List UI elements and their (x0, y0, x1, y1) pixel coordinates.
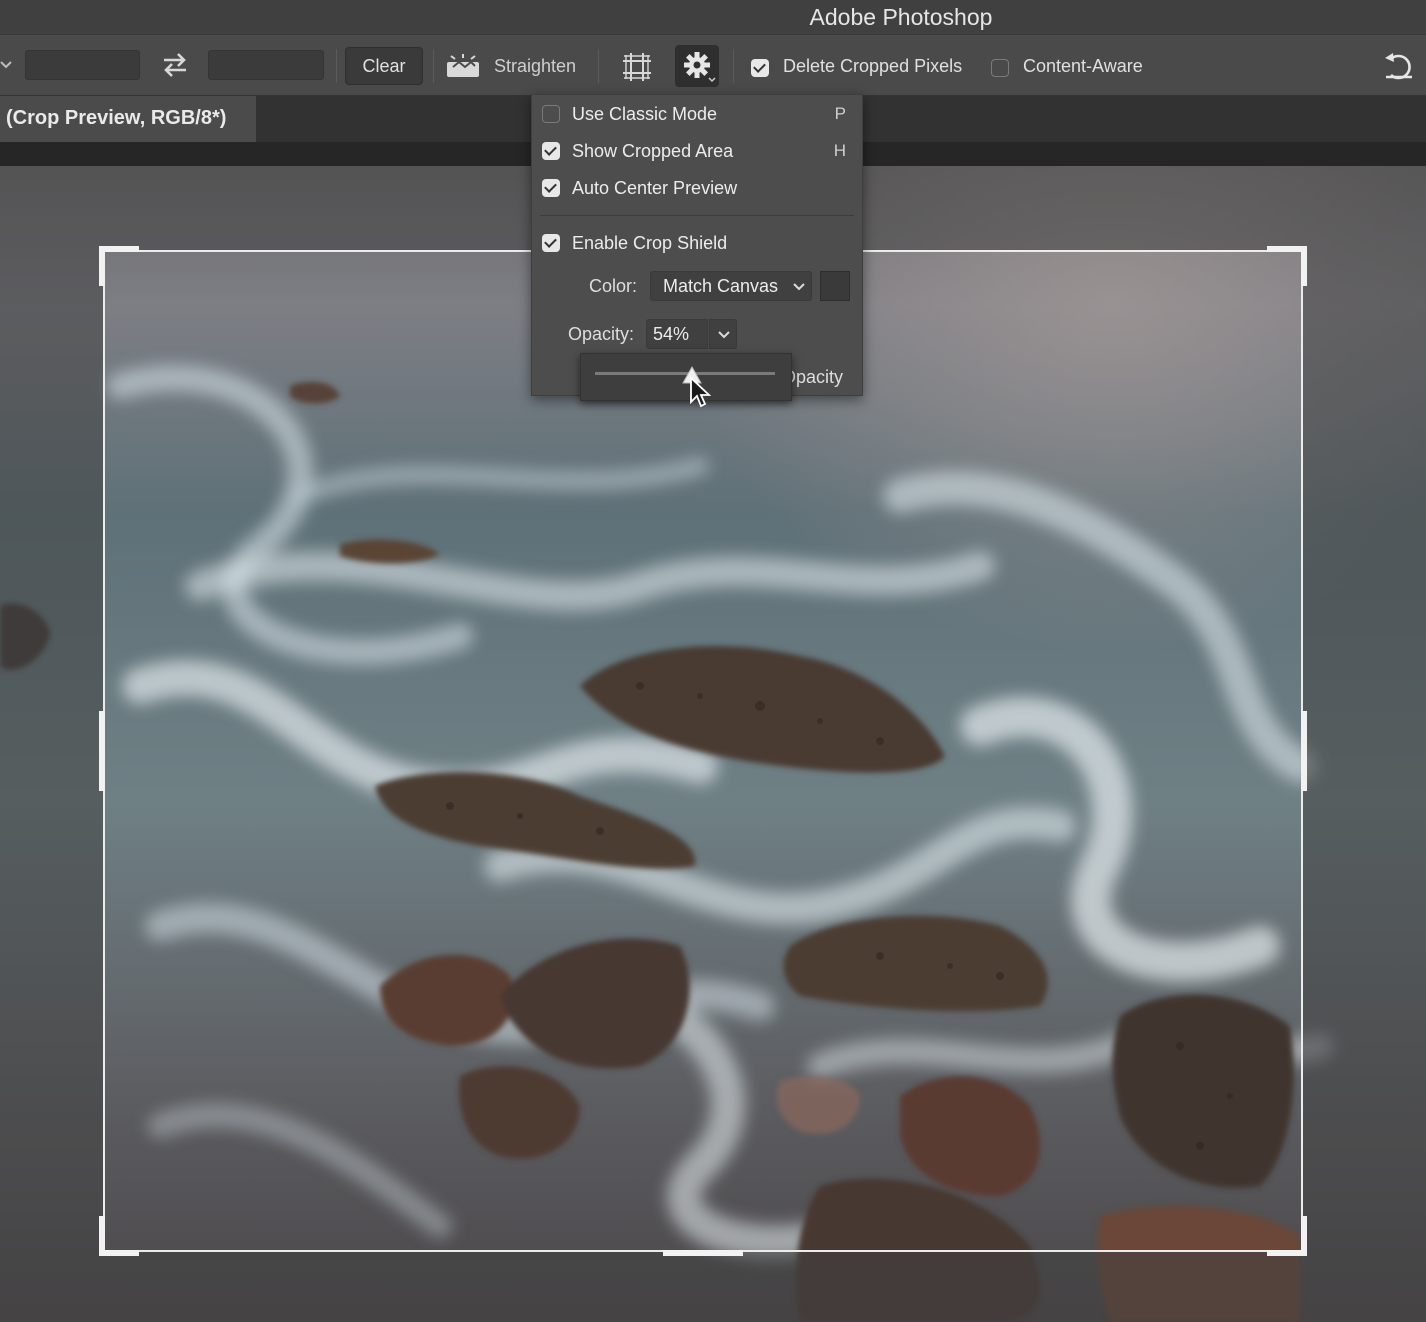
enable-crop-shield-checkbox[interactable] (542, 234, 560, 252)
document-tab-label: (Crop Preview, RGB/8*) (6, 107, 227, 129)
separator (598, 49, 599, 83)
opacity-dropdown-button[interactable] (709, 319, 737, 349)
crop-shield-right (1303, 250, 1426, 1252)
menu-item-auto-center-preview[interactable]: Auto Center Preview (532, 173, 862, 203)
menu-item-label: Use Classic Mode (572, 104, 718, 124)
use-classic-mode-checkbox[interactable] (542, 105, 560, 123)
crop-handle-bottom-left[interactable] (99, 1250, 139, 1256)
clear-button[interactable]: Clear (345, 47, 423, 85)
shield-color-swatch[interactable] (820, 271, 850, 301)
menu-item-show-cropped-area[interactable]: Show Cropped Area H (532, 136, 862, 166)
crop-shield-left (0, 250, 103, 1252)
crop-height-field[interactable] (208, 50, 324, 80)
app-title: Adobe Photoshop (809, 4, 993, 30)
shield-color-value: Match Canvas (663, 276, 779, 296)
gear-icon (684, 52, 716, 83)
mouse-cursor-icon (688, 375, 714, 410)
opacity-value: 54% (653, 324, 690, 344)
opacity-input[interactable]: 54% (646, 319, 708, 349)
delete-cropped-pixels-checkbox[interactable] (751, 59, 769, 77)
separator (433, 49, 434, 83)
opacity-label: Opacity: (568, 324, 635, 344)
crop-shield-bottom (0, 1252, 1426, 1322)
crop-width-field[interactable] (25, 50, 140, 80)
auto-center-preview-checkbox[interactable] (542, 179, 560, 197)
crop-options-panel: Use Classic Mode P Show Cropped Area H A… (531, 94, 863, 401)
content-aware-label[interactable]: Content-Aware (1023, 56, 1143, 77)
straighten-icon[interactable] (445, 53, 481, 79)
crop-options-bar: Clear Straighten Delete Cropped Pixels C… (0, 34, 1426, 96)
menu-item-label: Enable Crop Shield (572, 233, 728, 253)
color-label: Color: (589, 276, 638, 296)
chevron-down-icon (793, 283, 805, 291)
crop-handle-bottom[interactable] (663, 1250, 743, 1256)
menu-item-enable-crop-shield[interactable]: Enable Crop Shield (532, 228, 862, 258)
opacity-slider-popup (580, 353, 792, 401)
content-aware-checkbox[interactable] (991, 59, 1009, 77)
shield-color-select[interactable]: Match Canvas (650, 271, 812, 301)
menu-item-label: Show Cropped Area (572, 141, 734, 161)
crop-handle-right[interactable] (1301, 711, 1307, 791)
shortcut-label: P (834, 104, 846, 123)
separator (733, 49, 734, 83)
menu-divider (540, 215, 854, 216)
chevron-down-icon (718, 331, 730, 339)
separator (336, 49, 337, 83)
menu-item-use-classic-mode[interactable]: Use Classic Mode P (532, 99, 862, 129)
document-tab[interactable]: (Crop Preview, RGB/8*) (0, 96, 256, 142)
straighten-label[interactable]: Straighten (494, 56, 576, 77)
crop-handle-bottom-left-vertical[interactable] (99, 1216, 105, 1256)
title-bar: Adobe Photoshop (0, 0, 1426, 34)
crop-handle-bottom-right-vertical[interactable] (1301, 1216, 1307, 1256)
shortcut-label: H (833, 141, 846, 160)
crop-handle-top-right-vertical[interactable] (1301, 246, 1307, 286)
chevron-down-icon[interactable] (0, 55, 12, 75)
crop-handle-top-left-vertical[interactable] (99, 246, 105, 286)
delete-cropped-pixels-label[interactable]: Delete Cropped Pixels (783, 56, 962, 77)
swap-icon[interactable] (160, 51, 190, 79)
crop-options-gear-button[interactable] (675, 45, 719, 87)
reset-icon[interactable] (1382, 49, 1416, 83)
grid-overlay-icon[interactable] (620, 51, 654, 83)
crop-handle-left[interactable] (99, 711, 105, 791)
menu-item-label: Auto Center Preview (572, 178, 738, 198)
show-cropped-area-checkbox[interactable] (542, 142, 560, 160)
crop-handle-top-left[interactable] (99, 246, 139, 252)
